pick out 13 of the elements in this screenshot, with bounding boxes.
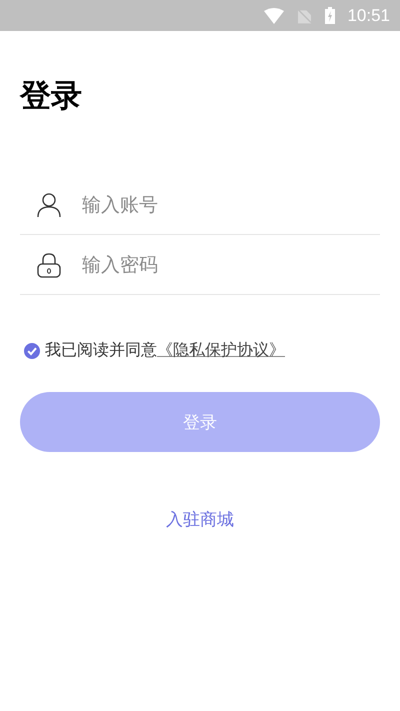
agreement-text: 我已阅读并同意 xyxy=(45,340,157,361)
privacy-link[interactable]: 《隐私保护协议》 xyxy=(157,340,285,361)
page-title: 登录 xyxy=(20,77,83,116)
lock-icon xyxy=(36,252,62,278)
status-time: 10:51 xyxy=(347,6,390,26)
battery-charging-icon xyxy=(325,7,336,24)
wifi-icon xyxy=(264,8,284,24)
register-link[interactable]: 入驻商城 xyxy=(166,508,234,531)
input-field[interactable]: 输入密码 xyxy=(80,252,380,276)
checkbox[interactable] xyxy=(24,342,40,358)
input-field[interactable]: 输入账号 xyxy=(80,192,380,216)
no-sim-icon xyxy=(298,8,312,24)
user-icon xyxy=(36,192,62,218)
